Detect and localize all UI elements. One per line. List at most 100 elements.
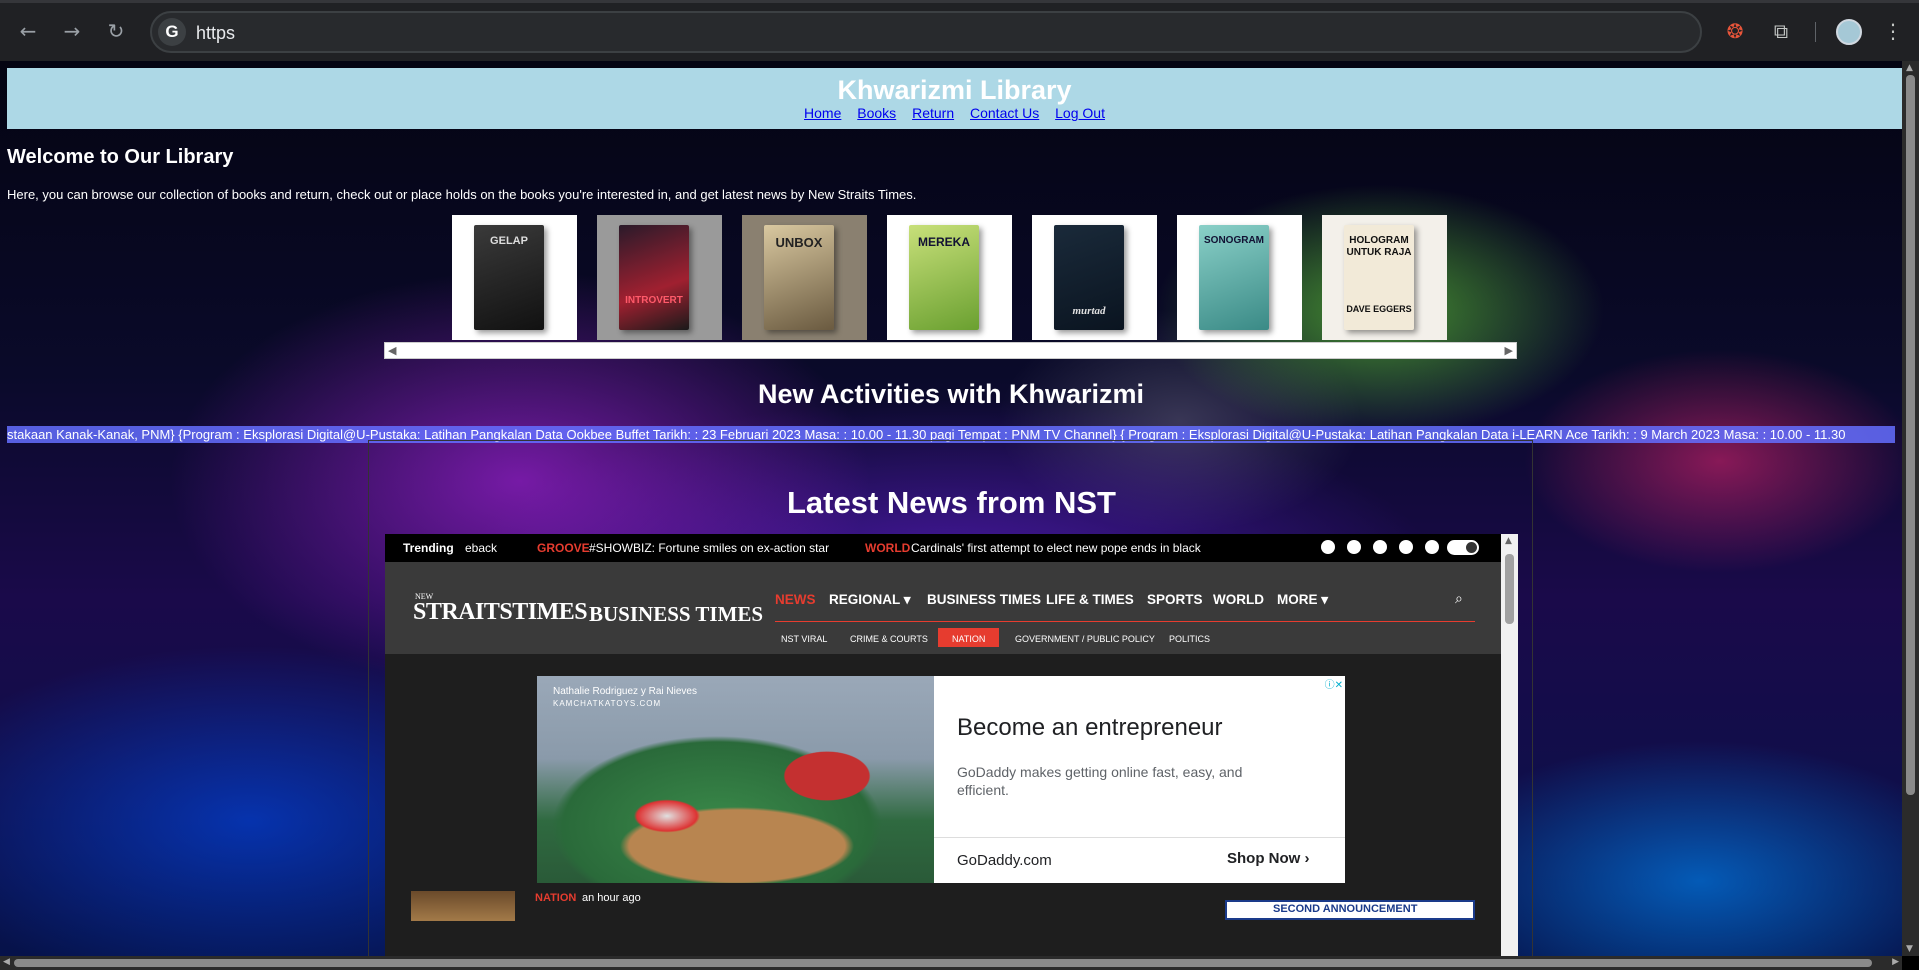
- ad-divider: [934, 837, 1345, 838]
- nav-link-home[interactable]: Home: [804, 105, 841, 121]
- iframe-scrollbar[interactable]: ▲: [1501, 534, 1518, 956]
- library-title: Khwarizmi Library: [837, 75, 1072, 105]
- scroll-down-arrow-icon[interactable]: ▼: [1906, 944, 1913, 954]
- book-title: INTROVERT: [619, 225, 689, 330]
- ad-shop-now-button[interactable]: Shop Now ›: [1227, 850, 1310, 867]
- nst-iframe[interactable]: Trending eback GROOVE #SHOWBIZ: Fortune …: [385, 534, 1518, 956]
- gallery-scrollbar[interactable]: ◀ ▶: [384, 342, 1517, 359]
- page-vertical-scrollbar[interactable]: ▲ ▼: [1902, 61, 1919, 956]
- trend-category: GROOVE: [537, 541, 590, 555]
- extension-icon[interactable]: ❂: [1722, 18, 1748, 44]
- book-cover-mereka[interactable]: MEREKA: [887, 215, 1012, 340]
- menu-icon[interactable]: ⋮: [1880, 18, 1906, 44]
- reload-icon[interactable]: ↻: [102, 17, 130, 45]
- side-ad-text: SECOND ANNOUNCEMENT: [1273, 903, 1418, 915]
- subnav-nation[interactable]: NATION: [952, 634, 985, 644]
- story-thumbnail[interactable]: [411, 891, 515, 921]
- google-icon: G: [158, 18, 186, 46]
- nav-news[interactable]: NEWS: [775, 592, 816, 607]
- book-cover-gelap[interactable]: GELAP: [452, 215, 577, 340]
- book-title: MEREKA: [909, 225, 979, 330]
- ad-credit-site: KAMCHATKATOYS.COM: [553, 699, 662, 708]
- trending-item[interactable]: eback: [465, 541, 497, 555]
- book-cover-introvert[interactable]: INTROVERT: [597, 215, 722, 340]
- straits-times-logo[interactable]: STRAITSTIMES: [413, 599, 588, 626]
- instagram-icon[interactable]: [1373, 540, 1387, 554]
- search-icon[interactable]: ⌕: [1455, 591, 1471, 607]
- trending-bar: Trending eback GROOVE #SHOWBIZ: Fortune …: [385, 534, 1501, 562]
- ad-image: Nathalie Rodriguez y Rai Nieves KAMCHATK…: [537, 676, 934, 883]
- toolbar-divider: [1815, 22, 1816, 42]
- subnav-crime-courts[interactable]: CRIME & COURTS: [850, 634, 928, 644]
- book-title: SONOGRAM: [1199, 225, 1269, 330]
- tiktok-icon[interactable]: [1425, 540, 1439, 554]
- twitter-icon[interactable]: [1347, 540, 1361, 554]
- nav-link-return[interactable]: Return: [912, 105, 954, 121]
- profile-avatar[interactable]: [1836, 19, 1862, 45]
- nav-world[interactable]: WORLD: [1213, 592, 1264, 607]
- dark-mode-toggle[interactable]: [1447, 540, 1479, 555]
- news-heading: Latest News from NST: [786, 485, 1116, 520]
- nav-underline: [775, 621, 1475, 622]
- nav-link-books[interactable]: Books: [857, 105, 896, 121]
- iframe-scroll-thumb[interactable]: [1505, 554, 1514, 624]
- book-cover-sonogram[interactable]: SONOGRAM: [1177, 215, 1302, 340]
- book-cover-unbox[interactable]: UNBOX: [742, 215, 867, 340]
- news-section: Latest News from NST Trending eback GROO…: [368, 440, 1533, 956]
- subnav-nst-viral[interactable]: NST VIRAL: [781, 634, 827, 644]
- scroll-left-arrow-icon[interactable]: ◀: [3, 957, 10, 967]
- welcome-text: Here, you can browse our collection of b…: [7, 187, 917, 202]
- back-icon[interactable]: ←: [14, 17, 42, 45]
- story-time: an hour ago: [582, 892, 641, 904]
- page-hscroll-thumb[interactable]: [14, 959, 1872, 967]
- ad-domain: GoDaddy.com: [957, 852, 1052, 869]
- advertisement[interactable]: Nathalie Rodriguez y Rai Nieves KAMCHATK…: [537, 676, 1345, 883]
- book-title: GELAP: [474, 225, 544, 330]
- activities-heading: New Activities with Khwarizmi: [757, 379, 1145, 409]
- nav-link-contact[interactable]: Contact Us: [970, 105, 1039, 121]
- youtube-icon[interactable]: [1399, 540, 1413, 554]
- scroll-right-arrow-icon[interactable]: ▶: [1892, 957, 1899, 967]
- url-text[interactable]: https: [196, 23, 235, 44]
- business-times-logo[interactable]: BUSINESS TIMES: [589, 602, 763, 627]
- page-viewport: Khwarizmi Library Home Books Return Cont…: [0, 61, 1902, 956]
- book-title: UNBOX: [764, 225, 834, 330]
- trend-headline[interactable]: #SHOWBIZ: Fortune smiles on ex-action st…: [589, 541, 829, 555]
- library-nav: Home Books Return Contact Us Log Out: [7, 105, 1902, 121]
- subnav-government[interactable]: GOVERNMENT / PUBLIC POLICY: [1015, 634, 1155, 644]
- welcome-heading: Welcome to Our Library: [7, 146, 234, 168]
- scroll-up-arrow-icon[interactable]: ▲: [1906, 63, 1913, 73]
- trending-label: Trending: [403, 541, 454, 555]
- trend-headline[interactable]: Cardinals' first attempt to elect new po…: [911, 541, 1201, 555]
- scroll-up-arrow-icon[interactable]: ▲: [1505, 536, 1512, 546]
- library-header: Khwarizmi Library Home Books Return Cont…: [7, 68, 1902, 129]
- ad-body: GoDaddy makes getting online fast, easy,…: [957, 764, 1243, 798]
- trend-category: WORLD: [865, 541, 911, 555]
- forward-icon[interactable]: →: [58, 17, 86, 45]
- side-advertisement[interactable]: SECOND ANNOUNCEMENT: [1225, 900, 1475, 920]
- nav-life-times[interactable]: LIFE & TIMES: [1046, 592, 1134, 607]
- ad-headline: Become an entrepreneur: [957, 714, 1223, 741]
- nst-page: Trending eback GROOVE #SHOWBIZ: Fortune …: [385, 534, 1501, 956]
- page-horizontal-scrollbar[interactable]: ◀ ▶: [0, 956, 1902, 970]
- address-bar[interactable]: G https: [150, 11, 1702, 53]
- book-title: HOLOGRAM UNTUK RAJA: [1346, 235, 1412, 258]
- page-scroll-thumb[interactable]: [1906, 75, 1915, 795]
- book-cover-murtad[interactable]: murtad: [1032, 215, 1157, 340]
- facebook-icon[interactable]: [1321, 540, 1335, 554]
- scroll-right-arrow-icon[interactable]: ▶: [1505, 344, 1513, 357]
- toggle-knob: [1466, 542, 1477, 553]
- nav-link-logout[interactable]: Log Out: [1055, 105, 1105, 121]
- ad-choices-icon[interactable]: ⓘ✕: [1315, 676, 1345, 691]
- ad-credit-name: Nathalie Rodriguez y Rai Nieves: [553, 686, 697, 697]
- nav-business-times[interactable]: BUSINESS TIMES: [927, 592, 1041, 607]
- nav-regional[interactable]: REGIONAL ▾: [829, 592, 911, 608]
- nav-more[interactable]: MORE ▾: [1277, 592, 1328, 608]
- book-cover-hologram[interactable]: HOLOGRAM UNTUK RAJA DAVE EGGERS: [1322, 215, 1447, 340]
- story-category: NATION: [535, 892, 577, 904]
- subnav-politics[interactable]: POLITICS: [1169, 634, 1210, 644]
- browser-toolbar: ← → ↻ G https ❂ ⧉ ⋮: [0, 0, 1919, 61]
- scroll-left-arrow-icon[interactable]: ◀: [388, 344, 396, 357]
- extensions-puzzle-icon[interactable]: ⧉: [1768, 18, 1794, 44]
- nav-sports[interactable]: SPORTS: [1147, 592, 1203, 607]
